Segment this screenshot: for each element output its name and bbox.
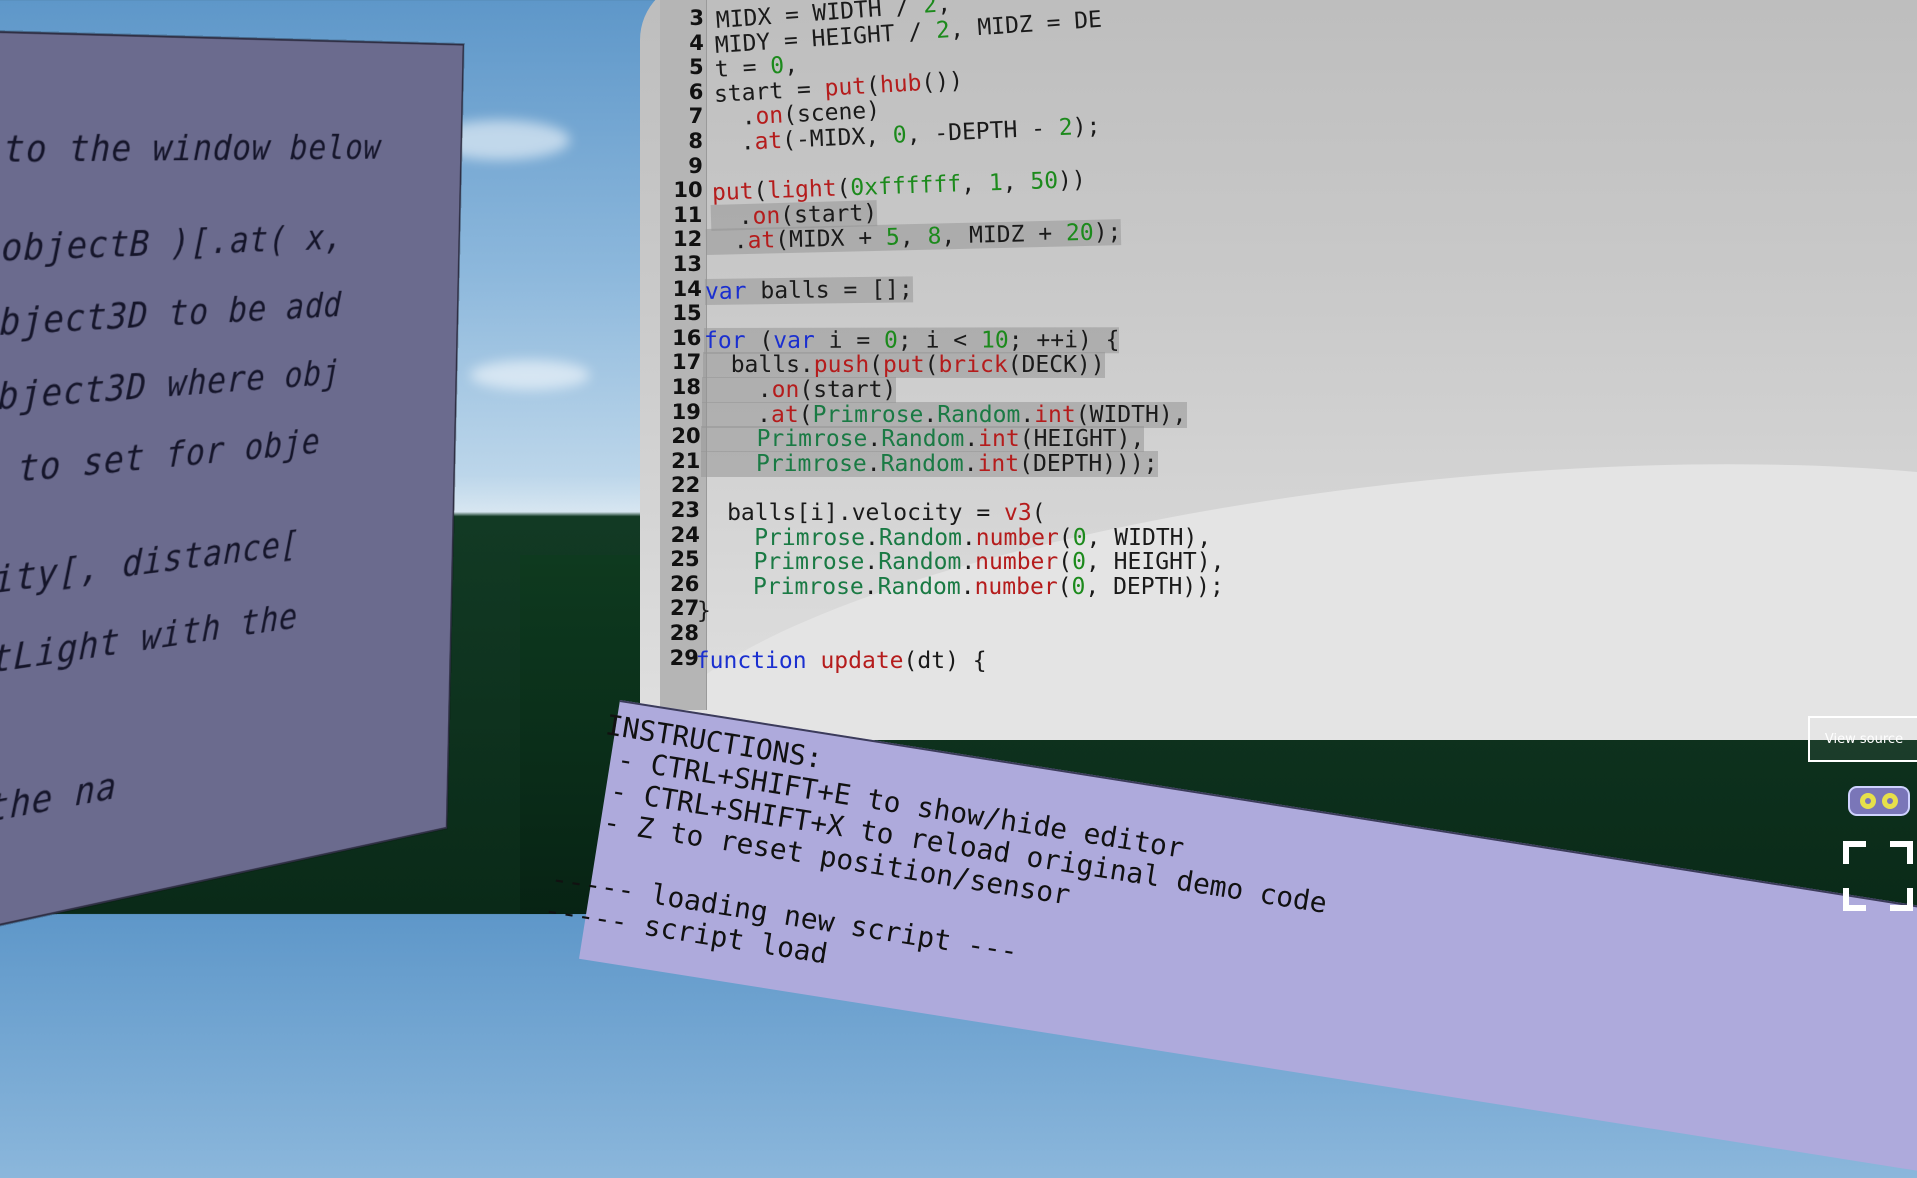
line-number: 22 bbox=[656, 473, 700, 497]
line-number: 29 bbox=[655, 646, 699, 670]
sky-cloud bbox=[470, 360, 590, 390]
code-line[interactable]: balls[i].velocity = v3( bbox=[699, 500, 1045, 526]
line-number: 16 bbox=[657, 326, 701, 350]
doc-line: intLight with the bbox=[0, 595, 298, 688]
line-number: 28 bbox=[655, 621, 699, 645]
code-line[interactable]: .at(Primrose.Random.int(WIDTH), bbox=[702, 402, 1187, 428]
vr-goggles-icon[interactable] bbox=[1848, 784, 1910, 818]
code-line[interactable]: } bbox=[697, 598, 711, 624]
line-number: 20 bbox=[657, 424, 701, 448]
line-number: 25 bbox=[656, 547, 700, 571]
code-line[interactable] bbox=[712, 155, 727, 182]
line-number: 5 bbox=[660, 55, 704, 79]
line-number: 14 bbox=[658, 277, 702, 301]
line-number: 13 bbox=[658, 252, 702, 276]
line-number: 21 bbox=[656, 449, 700, 473]
code-line[interactable] bbox=[700, 475, 714, 501]
line-number: 11 bbox=[658, 203, 702, 227]
line-number: 6 bbox=[659, 80, 703, 104]
doc-line: ( objectB )[.at( x, bbox=[0, 217, 344, 271]
documentation-panel: e to the window below ( objectB )[.at( x… bbox=[0, 30, 464, 939]
line-number: 8 bbox=[659, 129, 703, 153]
line-number: 27 bbox=[655, 596, 699, 620]
doc-line: on to set for obje bbox=[0, 421, 321, 497]
doc-line: .Object3D to be add bbox=[0, 284, 342, 346]
code-line[interactable]: Primrose.Random.number(0, DEPTH)); bbox=[698, 574, 1224, 600]
line-number: 23 bbox=[656, 498, 700, 522]
code-line[interactable]: Primrose.Random.int(DEPTH))); bbox=[701, 451, 1158, 477]
line-number: 9 bbox=[659, 154, 703, 178]
line-number: 17 bbox=[657, 350, 701, 374]
line-number: 15 bbox=[658, 301, 702, 325]
line-number: 10 bbox=[659, 178, 703, 202]
view-source-button[interactable]: View source bbox=[1808, 716, 1917, 762]
line-number: 3 bbox=[660, 6, 704, 30]
line-number: 18 bbox=[657, 375, 701, 399]
doc-line: e to the window below bbox=[0, 127, 382, 171]
code-line[interactable] bbox=[696, 623, 710, 649]
code-line[interactable]: for (var i = 0; i < 10; ++i) { bbox=[704, 327, 1120, 354]
code-line[interactable]: Primrose.Random.int(HEIGHT), bbox=[701, 426, 1144, 452]
line-number: 4 bbox=[660, 31, 704, 55]
line-number: 19 bbox=[657, 400, 701, 424]
code-line[interactable] bbox=[705, 254, 719, 280]
code-line[interactable] bbox=[704, 303, 718, 329]
code-line[interactable]: Primrose.Random.number(0, HEIGHT), bbox=[698, 549, 1224, 575]
code-line[interactable]: .on(start) bbox=[702, 377, 896, 403]
code-line[interactable]: Primrose.Random.number(0, WIDTH), bbox=[699, 525, 1211, 551]
doc-line: .Object3D where obj bbox=[0, 352, 341, 422]
code-line[interactable]: function update(dt) { bbox=[696, 648, 987, 674]
doc-line: nsity[, distance[ bbox=[0, 523, 300, 608]
doc-line: t the na bbox=[0, 764, 118, 840]
console-panel: INSTRUCTIONS: - CTRL+SHIFT+E to show/hid… bbox=[579, 700, 1917, 1178]
line-number: 26 bbox=[655, 572, 699, 596]
fullscreen-icon[interactable] bbox=[1842, 840, 1914, 912]
line-number: 7 bbox=[659, 104, 703, 128]
line-number: 24 bbox=[656, 523, 700, 547]
line-number: 12 bbox=[658, 227, 702, 251]
code-line[interactable]: var balls = []; bbox=[705, 276, 913, 305]
code-line[interactable]: balls.push(put(brick(DECK)) bbox=[703, 352, 1105, 378]
